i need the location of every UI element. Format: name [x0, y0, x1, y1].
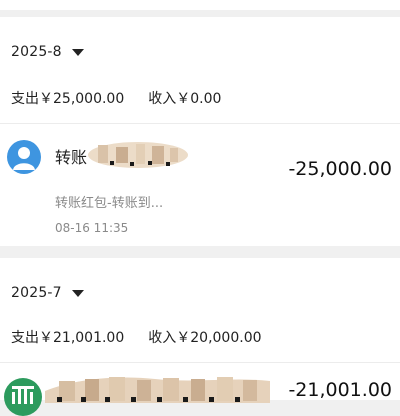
month-section-2025-8: 2025-8 支出￥25,000.00 收入￥0.00 转账 转账红包-转账到.…: [0, 17, 400, 246]
merchant-logo-icon: [4, 378, 42, 416]
month-section-2025-7: 2025-7 支出￥21,001.00 收入￥20,000.00 -21,001…: [0, 258, 400, 416]
month-summary: 支出￥21,001.00 收入￥20,000.00: [11, 327, 262, 347]
transaction-subtitle: 转账红包-转账到...: [55, 196, 164, 211]
caret-down-icon: [71, 48, 84, 56]
transaction-row[interactable]: -21,001.00: [0, 363, 400, 416]
month-label: 2025-7: [11, 285, 62, 301]
transaction-amount: -21,001.00: [288, 379, 392, 401]
redacted-name: [88, 141, 188, 169]
month-selector[interactable]: 2025-7: [11, 285, 84, 301]
transaction-time: 08-16 11:35: [55, 221, 129, 235]
previous-section-edge: [0, 0, 400, 10]
month-summary: 支出￥25,000.00 收入￥0.00: [11, 88, 221, 108]
expense-total: 支出￥25,000.00: [11, 91, 125, 107]
transaction-amount: -25,000.00: [288, 158, 392, 180]
expense-total: 支出￥21,001.00: [11, 330, 125, 346]
person-avatar-icon: [7, 140, 41, 174]
income-total: 收入￥0.00: [148, 91, 222, 107]
transaction-title: 转账: [55, 148, 88, 167]
transaction-row[interactable]: 转账 转账红包-转账到... 08-16 11:35 -25,000.00: [0, 124, 400, 246]
redacted-name: [45, 371, 270, 403]
income-total: 收入￥20,000.00: [148, 330, 262, 346]
caret-down-icon: [71, 289, 84, 297]
month-selector[interactable]: 2025-8: [11, 44, 84, 60]
month-label: 2025-8: [11, 44, 62, 60]
